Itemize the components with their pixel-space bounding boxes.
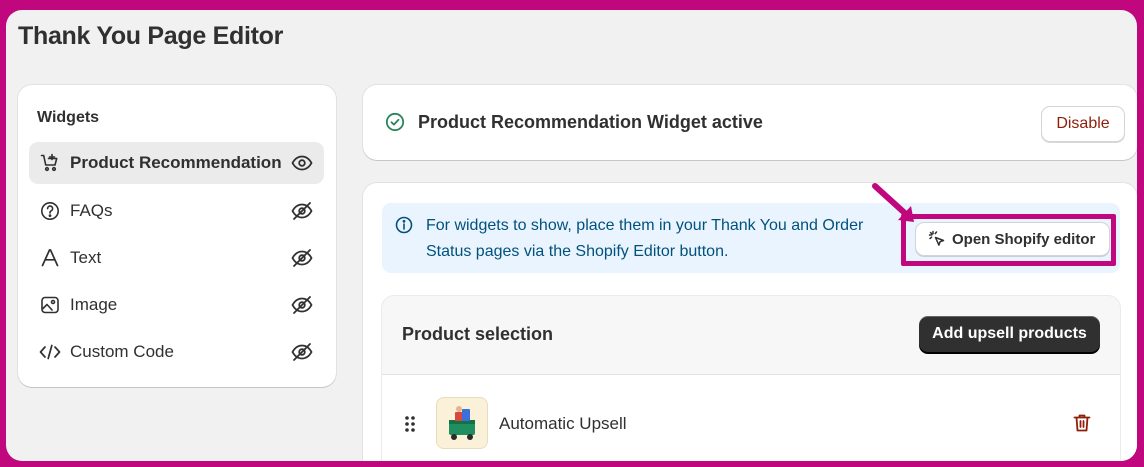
widgets-sidebar: Widgets Product Recommendation FAQs Text…: [18, 85, 336, 387]
eye-off-icon[interactable]: [290, 247, 314, 269]
drag-handle-icon[interactable]: [404, 415, 416, 438]
sidebar-item-label: FAQs: [70, 201, 113, 220]
info-icon: [395, 216, 413, 239]
disable-button[interactable]: Disable: [1041, 106, 1125, 142]
info-banner-text: For widgets to show, place them in your …: [426, 217, 864, 260]
text-icon: [39, 247, 61, 269]
delete-icon[interactable]: [1073, 413, 1091, 438]
product-row: Automatic Upsell: [382, 374, 1120, 461]
sidebar-item-label: Text: [70, 248, 102, 267]
product-thumbnail: [436, 397, 488, 449]
widget-status-text: Product Recommendation Widget active: [418, 112, 763, 132]
sidebar-item-label: Custom Code: [70, 342, 174, 361]
open-shopify-editor-button[interactable]: Open Shopify editor: [915, 222, 1110, 256]
sidebar-item-product-recommendation[interactable]: Product Recommendation: [29, 142, 324, 184]
sidebar-item-label: Product Recommendation: [70, 153, 282, 172]
info-banner: For widgets to show, place them in your …: [382, 203, 1120, 273]
app-frame: Thank You Page Editor Widgets Product Re…: [6, 10, 1137, 461]
page-title: Thank You Page Editor: [18, 22, 284, 50]
question-circle-icon: [39, 200, 61, 222]
eye-icon[interactable]: [290, 152, 314, 174]
add-upsell-products-button[interactable]: Add upsell products: [919, 316, 1100, 352]
sidebar-item-faqs[interactable]: FAQs: [29, 190, 324, 232]
check-circle-icon: [385, 112, 405, 137]
cursor-click-icon: [928, 230, 946, 248]
product-selection-section: Product selection Add upsell products Au…: [382, 296, 1120, 461]
eye-off-icon[interactable]: [290, 341, 314, 363]
widget-status-card: Product Recommendation Widget active Dis…: [363, 85, 1137, 160]
open-shopify-editor-label: Open Shopify editor: [952, 230, 1096, 248]
sidebar-item-image[interactable]: Image: [29, 284, 324, 326]
image-icon: [39, 294, 61, 316]
cart-plus-icon: [39, 152, 61, 174]
code-icon: [39, 341, 61, 363]
sidebar-item-label: Image: [70, 295, 118, 314]
eye-off-icon[interactable]: [290, 200, 314, 222]
product-selection-title: Product selection: [402, 324, 554, 344]
widget-settings-card: For widgets to show, place them in your …: [363, 183, 1137, 461]
sidebar-item-custom-code[interactable]: Custom Code: [29, 331, 324, 373]
product-name: Automatic Upsell: [499, 414, 627, 433]
sidebar-heading: Widgets: [37, 109, 100, 126]
eye-off-icon[interactable]: [290, 294, 314, 316]
sidebar-item-text[interactable]: Text: [29, 237, 324, 279]
